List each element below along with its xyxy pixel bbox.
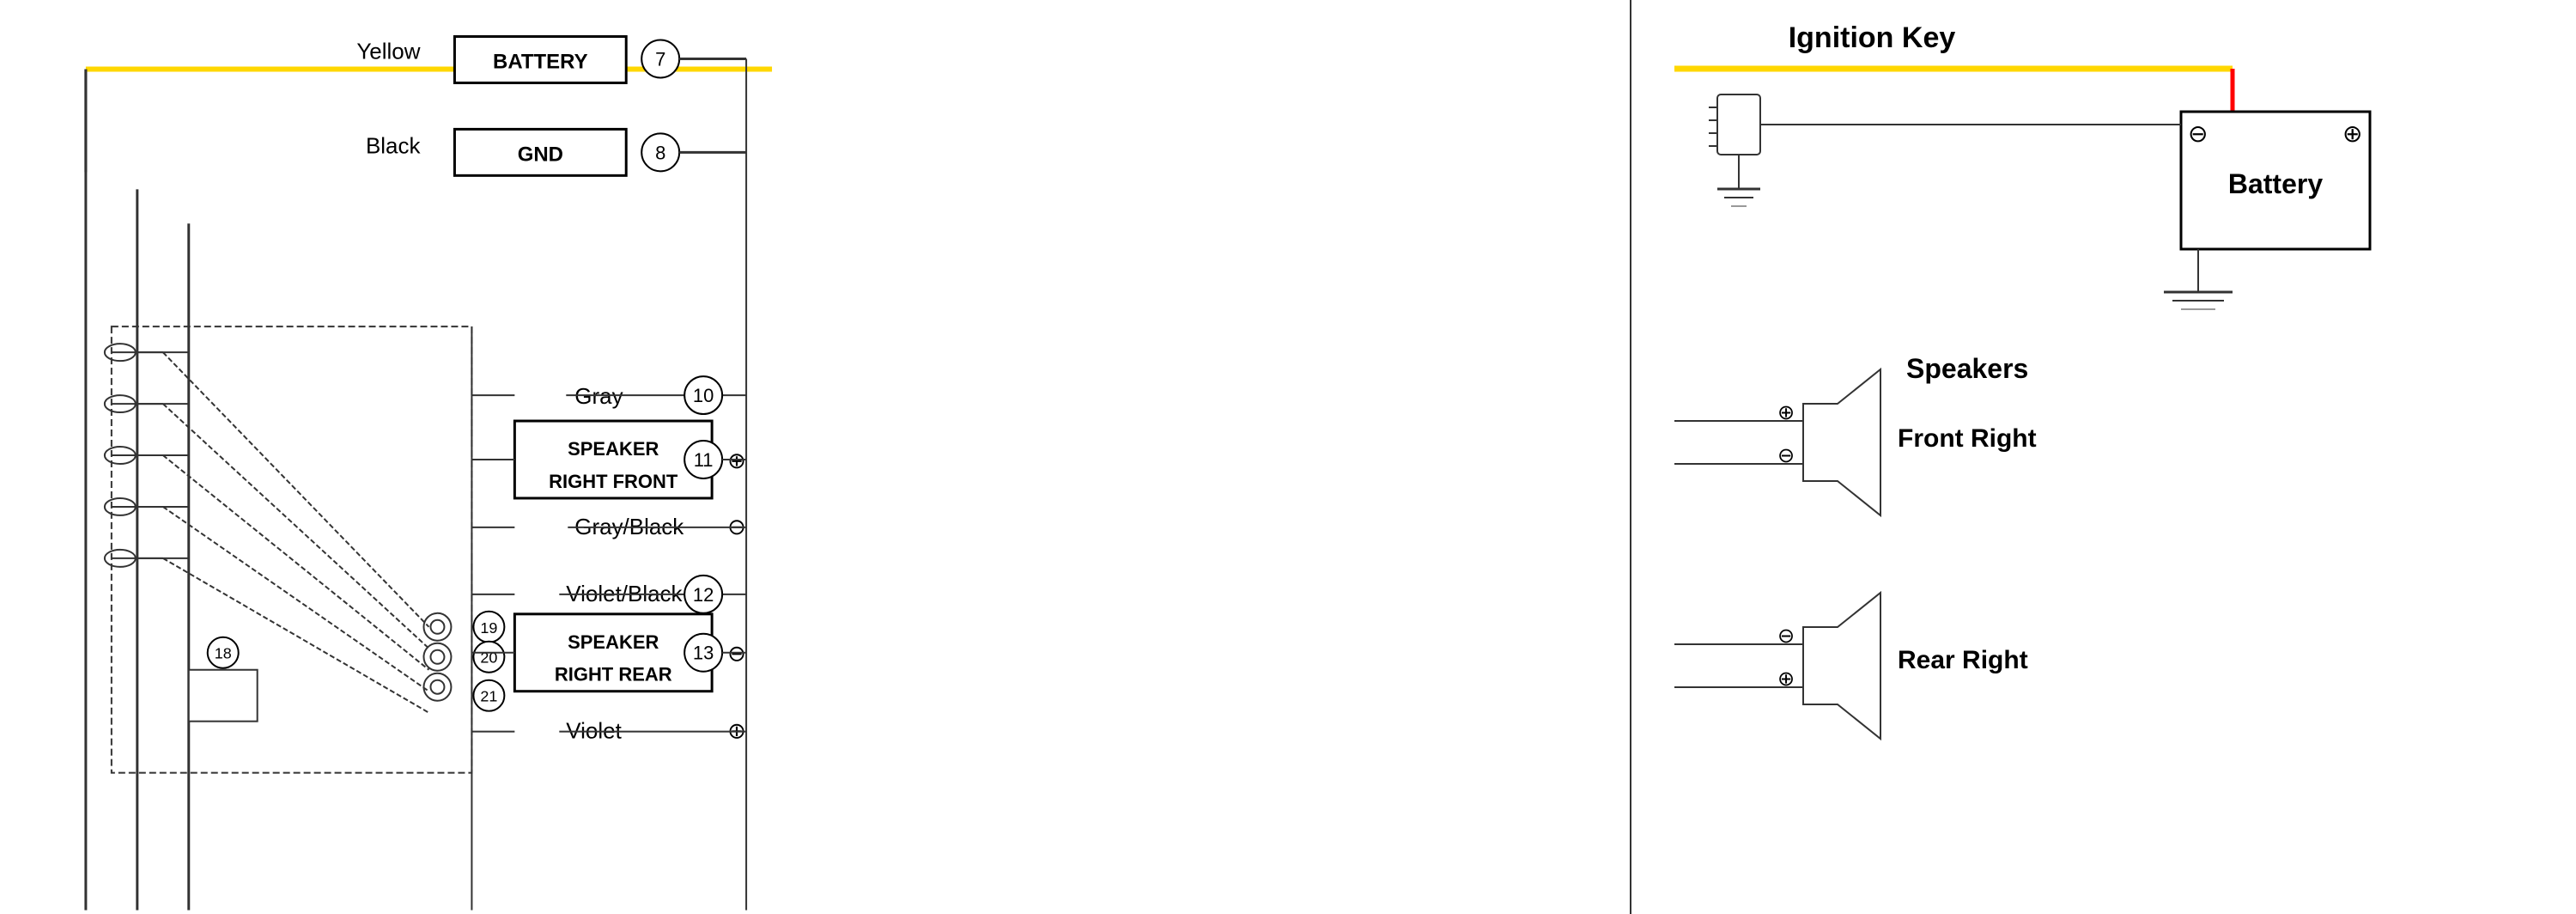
svg-text:21: 21 [480,688,497,705]
svg-text:19: 19 [480,619,497,637]
svg-text:⊕: ⊕ [1777,401,1795,424]
svg-text:8: 8 [655,142,665,163]
svg-text:SPEAKER: SPEAKER [568,438,659,460]
svg-text:18: 18 [215,645,232,662]
svg-text:⊖: ⊖ [1777,625,1795,648]
svg-text:⊕: ⊕ [1777,667,1795,691]
svg-text:10: 10 [693,385,714,406]
svg-text:7: 7 [655,48,665,70]
svg-text:BATTERY: BATTERY [493,50,588,73]
svg-text:12: 12 [693,584,714,606]
svg-text:Violet: Violet [566,718,622,744]
left-panel: Yellow BATTERY 7 Black GND 8 [0,0,1631,914]
svg-text:GND: GND [518,143,563,166]
main-container: Yellow BATTERY 7 Black GND 8 [0,0,2576,914]
speakers-label: Speakers [1906,353,2028,384]
svg-text:20: 20 [480,649,497,667]
svg-text:Battery: Battery [2228,168,2323,199]
svg-text:Yellow: Yellow [356,38,420,64]
svg-text:Violet/Black: Violet/Black [566,581,683,606]
svg-text:RIGHT FRONT: RIGHT FRONT [549,471,678,492]
svg-text:⊖: ⊖ [1777,444,1795,467]
rear-right-label: Rear Right [1898,646,2028,674]
svg-text:11: 11 [694,449,714,471]
svg-text:⊖: ⊖ [727,514,746,539]
svg-text:⊕: ⊕ [727,718,746,744]
right-panel: Ignition Key Battery ⊖ ⊕ [1631,0,2576,914]
svg-text:⊖: ⊖ [2188,120,2208,147]
ignition-key-label: Ignition Key [1789,21,1956,54]
svg-text:Black: Black [366,132,422,158]
svg-text:13: 13 [693,643,714,664]
svg-text:RIGHT REAR: RIGHT REAR [555,664,672,686]
svg-text:SPEAKER: SPEAKER [568,631,659,653]
svg-text:Gray/Black: Gray/Black [574,514,684,539]
svg-text:⊕: ⊕ [2342,120,2362,147]
front-right-label: Front Right [1898,424,2037,453]
